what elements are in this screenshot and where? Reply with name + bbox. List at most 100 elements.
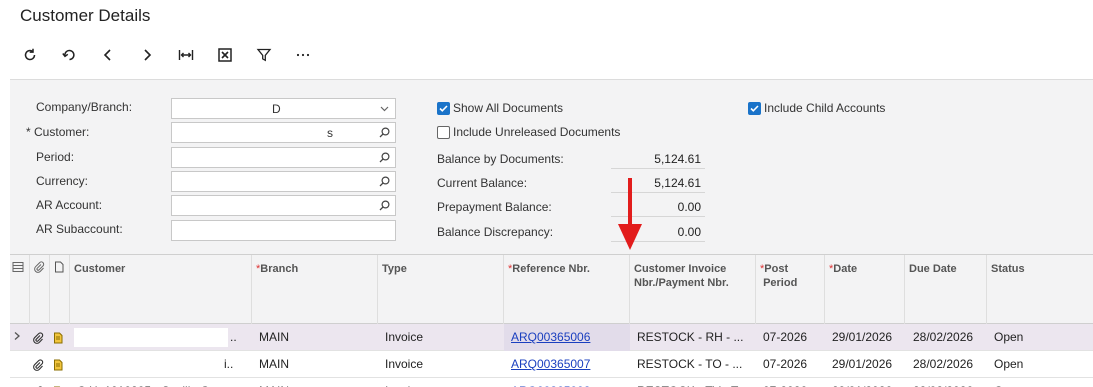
include-unreleased-documents-checkbox[interactable]: Include Unreleased Documents: [437, 125, 620, 139]
prepayment-balance-value: 0.00: [677, 200, 701, 214]
table-row[interactable]: C.H. 1010205 - Seville G... MAIN Invoice…: [10, 378, 1093, 387]
date-cell: 29/01/2026: [832, 378, 904, 387]
type-cell: Invoice: [385, 330, 424, 344]
redacted-area: [74, 355, 222, 374]
customer-cell: C.H. 1010205 - Seville G...: [77, 378, 249, 387]
due-date-cell: 28/02/2026: [913, 357, 974, 371]
page-title: Customer Details: [20, 6, 151, 25]
currency-field[interactable]: [171, 171, 396, 192]
ar-account-label: AR Account:: [36, 198, 103, 212]
current-balance-value: 5,124.61: [654, 176, 701, 190]
reference-cell-wrap: ARQ00365006: [504, 324, 630, 351]
documents-grid: Customer *Branch Type *Reference Nbr. Cu…: [10, 254, 1093, 387]
document-icon: [55, 261, 64, 273]
previous-icon: [103, 49, 111, 61]
note-icon[interactable]: [52, 378, 68, 387]
checkbox-unchecked-icon: [437, 125, 450, 139]
reference-nbr-link[interactable]: ARQ00365006: [504, 324, 630, 351]
search-icon[interactable]: [378, 126, 391, 139]
table-row[interactable]: i.. MAIN Invoice ARQ00365007 RESTOCK - T…: [10, 351, 1093, 378]
previous-button[interactable]: [88, 40, 127, 70]
period-label: Period:: [36, 150, 75, 164]
search-icon[interactable]: [378, 199, 391, 212]
column-header-due-date[interactable]: Due Date: [905, 255, 987, 324]
branch-cell: MAIN: [259, 357, 289, 371]
company-branch-select[interactable]: D: [171, 98, 396, 119]
customer-label: * Customer:: [26, 125, 90, 139]
column-header-customer-invoice[interactable]: Customer Invoice Nbr./Payment Nbr.: [630, 255, 756, 324]
fit-to-screen-button[interactable]: [166, 40, 205, 70]
balance-discrepancy-label: Balance Discrepancy:: [437, 225, 554, 239]
balance-discrepancy-value: 0.00: [677, 225, 701, 239]
reference-nbr-link[interactable]: ARQ00365008: [511, 378, 626, 387]
row-settings-header[interactable]: [10, 255, 30, 324]
column-settings-icon: [12, 262, 24, 272]
ar-subaccount-label: AR Subaccount:: [36, 222, 123, 236]
search-icon[interactable]: [378, 175, 391, 188]
status-cell: Open: [994, 378, 1084, 387]
date-cell: 29/01/2026: [832, 330, 893, 344]
balance-by-documents-value: 5,124.61: [654, 152, 701, 166]
paperclip-icon[interactable]: [32, 351, 48, 378]
checkbox-checked-icon: [748, 101, 761, 115]
column-header-branch[interactable]: *Branch: [252, 255, 378, 324]
post-period-cell: 07-2026: [763, 378, 823, 387]
period-field[interactable]: [171, 147, 396, 168]
post-period-cell: 07-2026: [763, 357, 808, 371]
more-icon: [296, 53, 309, 57]
ar-subaccount-field[interactable]: [171, 220, 396, 241]
due-date-cell: 28/02/2026: [913, 378, 985, 387]
column-header-customer[interactable]: Customer: [70, 255, 252, 324]
post-period-cell: 07-2026: [763, 330, 808, 344]
reference-nbr-link[interactable]: ARQ00365007: [511, 351, 626, 378]
more-button[interactable]: [283, 40, 322, 70]
show-all-documents-checkbox[interactable]: Show All Documents: [437, 101, 563, 115]
export-excel-icon: [217, 48, 232, 62]
checkbox-checked-icon: [437, 101, 450, 115]
due-date-cell: 28/02/2026: [913, 330, 974, 344]
customer-cell: ..: [230, 330, 237, 344]
include-child-accounts-checkbox[interactable]: Include Child Accounts: [748, 101, 885, 115]
paperclip-icon[interactable]: [32, 378, 48, 387]
required-mark: *: [26, 125, 31, 139]
next-icon: [143, 49, 151, 61]
table-row[interactable]: .. MAIN Invoice ARQ00365006 RESTOCK - RH…: [10, 324, 1093, 351]
currency-label: Currency:: [36, 174, 89, 188]
column-header-type[interactable]: Type: [378, 255, 504, 324]
undo-icon: [61, 49, 75, 61]
customer-invoice-cell: RESTOCK - RH - ...: [637, 330, 744, 344]
column-header-post-period[interactable]: *Post Period: [756, 255, 825, 324]
undo-button[interactable]: [49, 40, 88, 70]
toolbar: [10, 40, 322, 70]
paperclip-icon[interactable]: [32, 324, 48, 351]
note-icon[interactable]: [52, 351, 68, 378]
filter-button[interactable]: [244, 40, 283, 70]
fit-to-screen-icon: [178, 50, 193, 60]
customer-field[interactable]: s: [171, 122, 396, 143]
divider: [611, 168, 705, 169]
ar-account-field[interactable]: [171, 195, 396, 216]
attachments-header[interactable]: [30, 255, 50, 324]
export-excel-button[interactable]: [205, 40, 244, 70]
type-cell: Invoice: [385, 357, 424, 371]
note-icon[interactable]: [52, 324, 68, 351]
date-cell: 29/01/2026: [832, 357, 893, 371]
customer-cell: i..: [224, 357, 234, 371]
column-header-status[interactable]: Status: [987, 255, 1093, 324]
column-header-reference-nbr[interactable]: *Reference Nbr.: [504, 255, 630, 324]
chevron-down-icon: [380, 106, 389, 112]
notes-header[interactable]: [50, 255, 70, 324]
column-header-date[interactable]: *Date: [825, 255, 905, 324]
status-cell: Open: [994, 357, 1024, 371]
prepayment-balance-label: Prepayment Balance:: [437, 200, 552, 214]
company-branch-label: Company/Branch:: [36, 100, 133, 114]
current-balance-label: Current Balance:: [437, 176, 528, 190]
grid-header: Customer *Branch Type *Reference Nbr. Cu…: [10, 255, 1093, 324]
type-cell: Invoice: [385, 378, 500, 387]
customer-invoice-cell: RESTOCK - TO - ...: [637, 357, 743, 371]
row-selector-icon[interactable]: [12, 324, 26, 351]
refresh-button[interactable]: [10, 40, 49, 70]
paperclip-icon: [34, 261, 45, 273]
next-button[interactable]: [127, 40, 166, 70]
search-icon[interactable]: [378, 151, 391, 164]
